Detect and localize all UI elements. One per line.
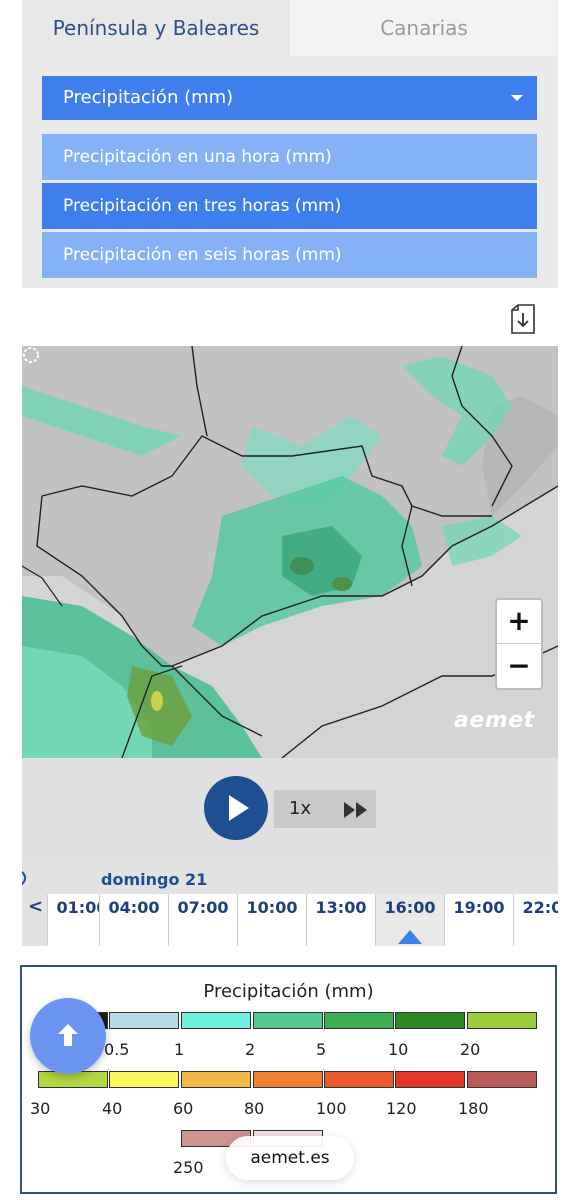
- time-slot-1900[interactable]: 19:00: [444, 894, 513, 946]
- legend-label: 5: [316, 1040, 327, 1059]
- legend-label: 250: [173, 1158, 204, 1177]
- legend-swatch: [181, 1012, 251, 1029]
- legend-swatch: [395, 1071, 465, 1088]
- time-slot-1000[interactable]: 10:00: [237, 894, 306, 946]
- time-slot-0400[interactable]: 04:00: [99, 894, 168, 946]
- legend-swatch: [253, 1012, 323, 1029]
- legend-swatch: [395, 1012, 465, 1029]
- precipitation-map[interactable]: + − aemet: [22, 346, 558, 758]
- zoom-out-button[interactable]: −: [497, 645, 541, 689]
- zoom-control: + −: [495, 598, 543, 690]
- animation-controls: 1x: [22, 758, 558, 862]
- chevron-down-icon: [511, 95, 523, 101]
- map-canvas: [22, 346, 558, 758]
- download-icon[interactable]: [510, 304, 536, 334]
- timeline-prev-button[interactable]: <: [28, 896, 43, 917]
- legend-swatch: [324, 1012, 394, 1029]
- legend-swatch: [467, 1012, 537, 1029]
- legend-swatch: [181, 1071, 251, 1088]
- speed-value: 1x: [289, 798, 312, 819]
- legend-label: 80: [244, 1099, 265, 1118]
- option-six-hours[interactable]: Precipitación en seis horas (mm): [42, 232, 537, 278]
- fast-forward-icon[interactable]: [344, 802, 368, 818]
- legend-swatch: [109, 1012, 179, 1029]
- arrow-up-icon: [58, 1024, 78, 1046]
- timeline[interactable]: domingo 21 < 01:00 04:00 07:00 10:00 13:…: [22, 862, 558, 946]
- timeline-scroll-indicator: [22, 870, 26, 886]
- option-one-hour[interactable]: Precipitación en una hora (mm): [42, 134, 537, 180]
- time-slot-1300[interactable]: 13:00: [306, 894, 375, 946]
- tab-peninsula-baleares[interactable]: Península y Baleares: [22, 0, 290, 56]
- variable-select-value: Precipitación (mm): [63, 87, 234, 108]
- speed-control[interactable]: 1x: [274, 790, 376, 828]
- time-slot-2200[interactable]: 22:00: [513, 894, 558, 946]
- legend-swatch: [253, 1071, 323, 1088]
- legend-label: 10: [388, 1040, 409, 1059]
- aemet-logo: aemet: [454, 708, 535, 733]
- legend-label: 20: [460, 1040, 481, 1059]
- time-slot-0700[interactable]: 07:00: [168, 894, 237, 946]
- zoom-in-button[interactable]: +: [497, 600, 541, 644]
- tab-canarias[interactable]: Canarias: [290, 0, 558, 56]
- legend-title: Precipitación (mm): [203, 981, 374, 1002]
- legend-label: 0.5: [104, 1040, 130, 1059]
- legend-swatch: [109, 1071, 179, 1088]
- play-icon: [229, 795, 249, 821]
- scroll-top-button[interactable]: [30, 998, 106, 1074]
- legend-label: 180: [458, 1099, 489, 1118]
- legend-label: 30: [30, 1099, 51, 1118]
- legend-label: 100: [316, 1099, 347, 1118]
- legend-swatch: [324, 1071, 394, 1088]
- legend-label: 1: [174, 1040, 185, 1059]
- selected-time-marker: [398, 930, 422, 944]
- option-three-hours[interactable]: Precipitación en tres horas (mm): [42, 183, 537, 229]
- legend-swatch: [467, 1071, 537, 1088]
- legend-label: 2: [245, 1040, 256, 1059]
- browser-url-bar[interactable]: aemet.es: [226, 1136, 354, 1180]
- variable-select[interactable]: Precipitación (mm): [42, 76, 537, 120]
- aemet-logo-icon: [23, 347, 39, 363]
- play-button[interactable]: [204, 776, 268, 840]
- layer-panel: Península y Baleares Canarias Precipitac…: [22, 0, 558, 288]
- legend-label: 60: [173, 1099, 194, 1118]
- legend-label: 120: [386, 1099, 417, 1118]
- timeline-day: domingo 21: [101, 870, 208, 889]
- legend-label: 40: [102, 1099, 123, 1118]
